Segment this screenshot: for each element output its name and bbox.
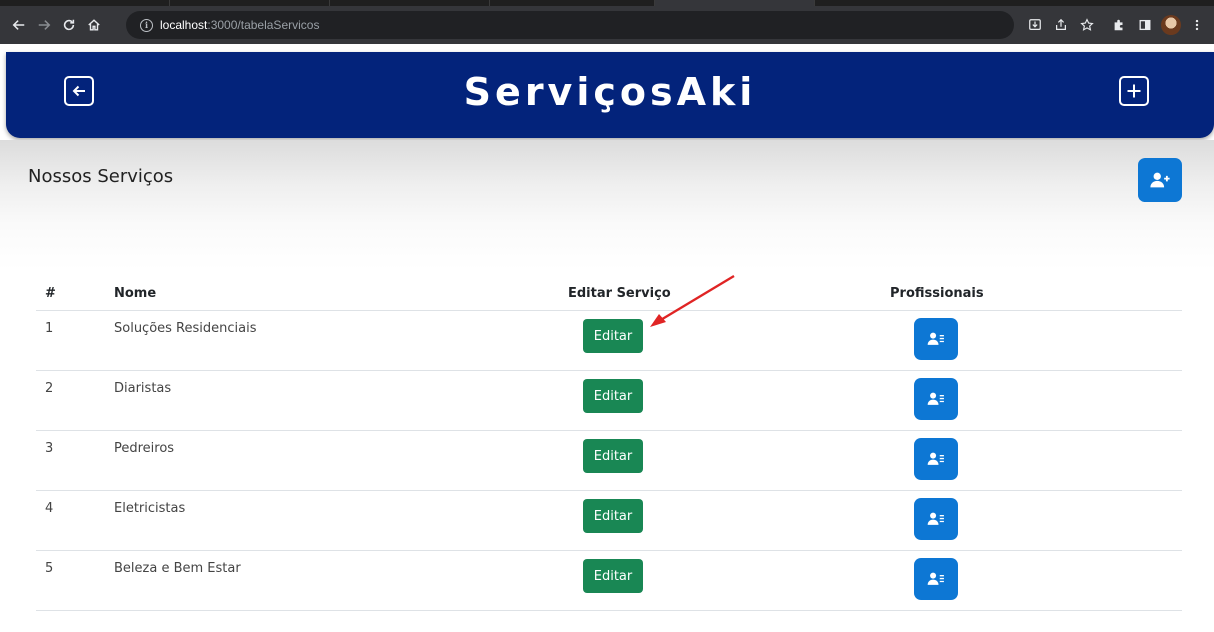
home-icon [88, 19, 100, 31]
url-host: localhost [160, 18, 208, 32]
install-app-button[interactable] [1022, 12, 1048, 38]
reload-icon [63, 19, 75, 31]
add-user-button[interactable] [1138, 158, 1182, 202]
row-number: 2 [45, 381, 54, 396]
row-number: 4 [45, 501, 54, 516]
table-header: # Nome Editar Serviço Profissionais [36, 278, 1182, 311]
edit-button[interactable]: Editar [583, 559, 643, 593]
browser-forward-button[interactable] [33, 14, 55, 36]
header-number: # [45, 286, 56, 301]
services-table: # Nome Editar Serviço Profissionais 1 So… [36, 278, 1182, 611]
table-row: 2 Diaristas Editar [36, 371, 1182, 431]
browser-right-tools [1022, 6, 1214, 44]
browser-reload-button[interactable] [58, 14, 80, 36]
table-row: 5 Beleza e Bem Estar Editar [36, 551, 1182, 611]
page-title: Nossos Serviços [28, 166, 174, 187]
arrow-left-icon [12, 20, 25, 30]
user-list-icon [927, 332, 944, 345]
url-path: :3000/tabelaServicos [207, 18, 320, 32]
user-list-icon [927, 452, 944, 465]
star-icon [1080, 18, 1094, 31]
app-header: ServiçosAki [6, 52, 1214, 138]
row-number: 3 [45, 441, 54, 456]
side-panel-button[interactable] [1132, 12, 1158, 38]
section-banner [0, 140, 1214, 270]
professionals-button[interactable] [914, 438, 958, 480]
profile-button[interactable] [1158, 12, 1184, 38]
professionals-button[interactable] [914, 378, 958, 420]
edit-button[interactable]: Editar [583, 379, 643, 413]
edit-button[interactable]: Editar [583, 499, 643, 533]
arrow-right-icon [38, 20, 51, 30]
info-icon[interactable]: i [140, 18, 153, 32]
header-professionals: Profissionais [890, 286, 984, 301]
user-list-icon [927, 392, 944, 405]
edit-button[interactable]: Editar [583, 319, 643, 353]
user-list-icon [927, 572, 944, 585]
address-bar[interactable]: i localhost:3000/tabelaServicos [126, 11, 1014, 39]
row-name: Eletricistas [114, 501, 186, 516]
extensions-button[interactable] [1106, 12, 1132, 38]
plus-icon [1127, 84, 1141, 98]
table-row: 1 Soluções Residenciais Editar [36, 311, 1182, 371]
user-plus-icon [1150, 172, 1170, 188]
table-row: 3 Pedreiros Editar [36, 431, 1182, 491]
share-icon [1056, 18, 1066, 30]
row-name: Soluções Residenciais [114, 321, 257, 336]
more-vertical-icon [1195, 19, 1199, 31]
side-panel-icon [1139, 19, 1151, 31]
row-number: 5 [45, 561, 54, 576]
header-name: Nome [114, 286, 157, 301]
annotation-arrow [650, 274, 735, 327]
share-button[interactable] [1048, 12, 1074, 38]
table-row: 4 Eletricistas Editar [36, 491, 1182, 551]
browser-toolbar: i localhost:3000/tabelaServicos [0, 6, 1214, 44]
install-icon [1029, 19, 1041, 30]
row-name: Diaristas [114, 381, 172, 396]
browser-home-button[interactable] [83, 14, 105, 36]
edit-button[interactable]: Editar [583, 439, 643, 473]
bookmark-button[interactable] [1074, 12, 1100, 38]
add-button[interactable] [1119, 76, 1149, 106]
browser-back-button[interactable] [8, 14, 30, 36]
brand-title: ServiçosAki [463, 70, 757, 114]
row-number: 1 [45, 321, 54, 336]
user-list-icon [927, 512, 944, 525]
row-name: Pedreiros [114, 441, 175, 456]
professionals-button[interactable] [914, 318, 958, 360]
avatar [1161, 15, 1181, 35]
professionals-button[interactable] [914, 498, 958, 540]
puzzle-icon [1114, 19, 1123, 31]
browser-menu-button[interactable] [1184, 12, 1210, 38]
row-name: Beleza e Bem Estar [114, 561, 241, 576]
professionals-button[interactable] [914, 558, 958, 600]
